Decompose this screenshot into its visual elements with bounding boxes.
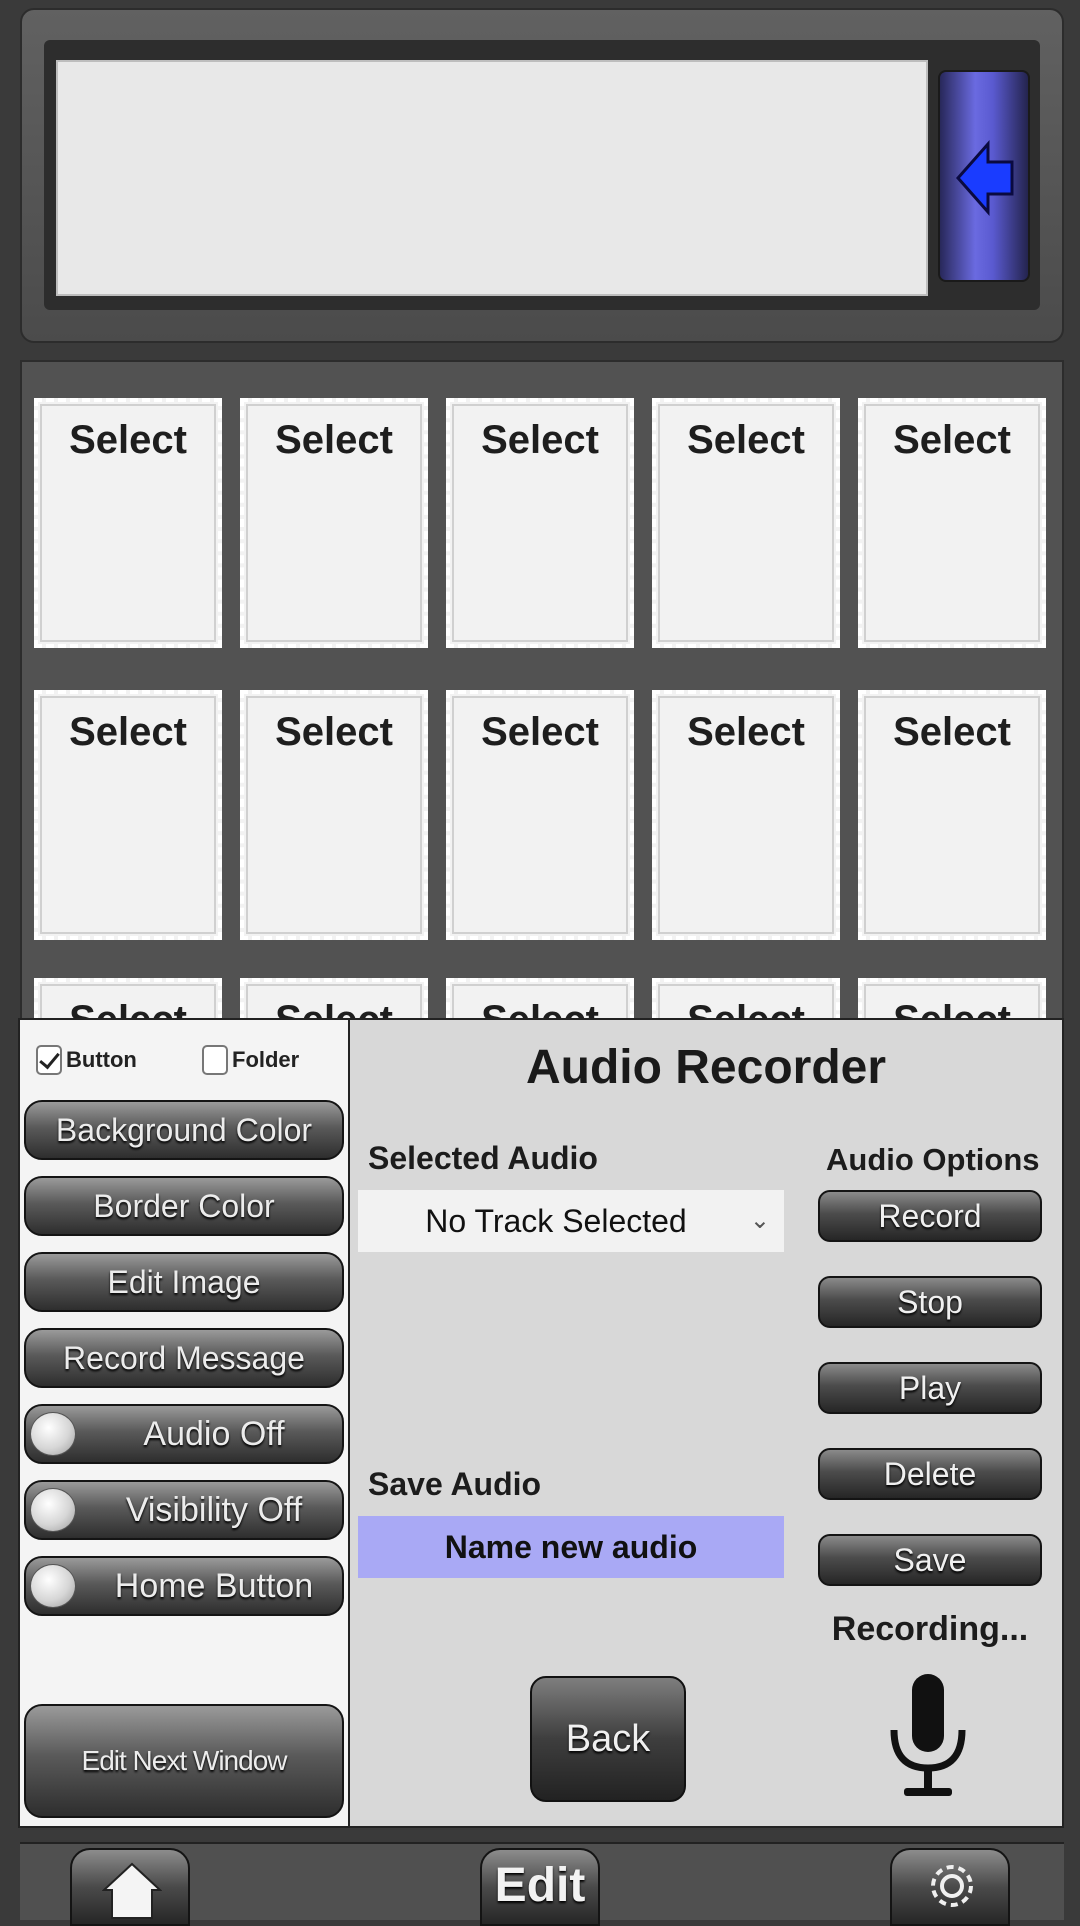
gear-icon [931,1865,973,1907]
audio-recorder-title: Audio Recorder [525,1041,887,1094]
grid-tile[interactable]: Select [652,690,840,940]
home-icon [102,1862,162,1919]
visibility-toggle[interactable]: Visibility Off [24,1480,344,1540]
record-button[interactable]: Record [818,1190,1042,1242]
bottom-toolbar: Edit [20,1842,1064,1926]
folder-checkbox[interactable]: Folder [202,1042,299,1078]
grid-tile[interactable]: Select [652,978,840,1020]
track-select[interactable]: No Track Selected ⌄ [358,1190,784,1252]
grid-tile[interactable]: Select [240,978,428,1020]
grid-tile[interactable]: Select [34,398,222,648]
grid-tile[interactable]: Select [652,398,840,648]
tile-label: Select [69,418,187,462]
tile-label: Select [481,998,599,1020]
toggle-knob-icon [30,1564,76,1608]
tile-label: Select [69,710,187,754]
home-button-toggle-label: Home Button [114,1567,314,1605]
tile-grid: Select Select Select Select Select Selec… [20,360,1064,1020]
home-button-toggle[interactable]: Home Button [24,1556,344,1616]
microphone-icon [890,1674,966,1796]
message-bar[interactable] [56,60,928,296]
grid-tile[interactable]: Select [446,690,634,940]
stop-button[interactable]: Stop [818,1276,1042,1328]
tile-label: Select [893,710,1011,754]
tile-label: Select [275,418,393,462]
back-arrow-icon [955,140,1014,216]
tile-label: Select [69,998,187,1020]
tile-label: Select [687,998,805,1020]
checkbox-checked-icon [36,1045,62,1075]
edit-next-window-button[interactable]: Edit Next Window [24,1704,344,1818]
back-button[interactable]: Back [530,1676,686,1802]
grid-tile[interactable]: Select [240,690,428,940]
tile-label: Select [687,710,805,754]
button-checkbox[interactable]: Button [36,1042,137,1078]
save-audio-label: Save Audio [368,1466,542,1502]
tile-label: Select [893,998,1011,1020]
toggle-knob-icon [30,1412,76,1456]
backspace-button[interactable] [938,70,1030,282]
grid-tile[interactable]: Select [34,978,222,1020]
grid-tile[interactable]: Select [858,690,1046,940]
background-color-button[interactable]: Background Color [24,1100,344,1160]
record-message-button[interactable]: Record Message [24,1328,344,1388]
selected-audio-label: Selected Audio [368,1140,598,1176]
audio-toggle[interactable]: Audio Off [24,1404,344,1464]
tile-label: Select [687,418,805,462]
grid-tile[interactable]: Select [34,690,222,940]
edit-image-button[interactable]: Edit Image [24,1252,344,1312]
tile-label: Select [481,710,599,754]
visibility-toggle-label: Visibility Off [125,1491,303,1529]
tile-label: Select [481,418,599,462]
edit-sidebar: Button Folder Background Color Border Co… [18,1018,350,1828]
border-color-button[interactable]: Border Color [24,1176,344,1236]
play-button[interactable]: Play [818,1362,1042,1414]
button-checkbox-label: Button [66,1047,137,1072]
save-button[interactable]: Save [818,1534,1042,1586]
delete-button[interactable]: Delete [818,1448,1042,1500]
grid-tile[interactable]: Select [446,398,634,648]
edit-button[interactable]: Edit [480,1848,600,1926]
tile-label: Select [893,418,1011,462]
track-select-value: No Track Selected [425,1203,687,1239]
grid-tile[interactable]: Select [240,398,428,648]
grid-tile[interactable]: Select [858,398,1046,648]
toggle-knob-icon [30,1488,76,1532]
audio-options-label: Audio Options [826,1142,1040,1177]
settings-button[interactable] [890,1848,1010,1926]
chevron-down-icon: ⌄ [749,1207,770,1234]
checkbox-unchecked-icon [202,1045,228,1075]
tile-label: Select [275,710,393,754]
folder-checkbox-label: Folder [232,1047,300,1072]
audio-toggle-label: Audio Off [143,1415,285,1453]
tile-label: Select [275,998,393,1020]
audio-name-input[interactable] [358,1516,784,1578]
grid-tile[interactable]: Select [446,978,634,1020]
grid-tile[interactable]: Select [858,978,1046,1020]
audio-recorder-panel: Audio Recorder Selected Audio No Track S… [348,1018,1064,1828]
recording-status: Recording... [831,1610,1029,1648]
home-button[interactable] [70,1848,190,1926]
